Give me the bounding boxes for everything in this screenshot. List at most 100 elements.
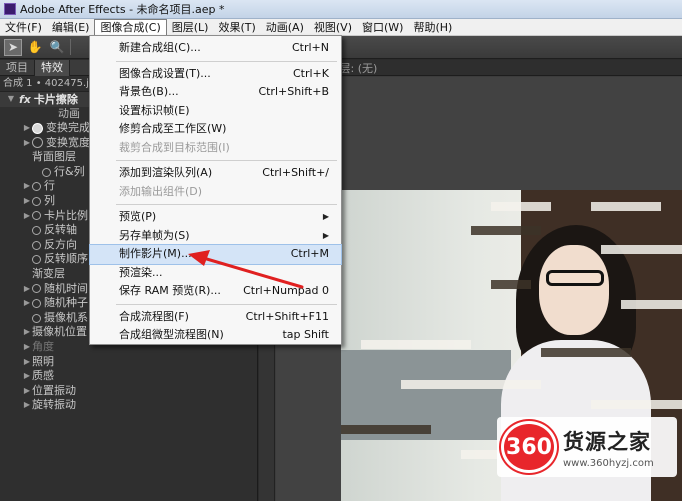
dropdown-menu-item[interactable]: 添加到渲染队列(A) Ctrl+Shift+/ [90,164,341,183]
stopwatch-icon[interactable] [32,182,41,192]
stopwatch-icon[interactable] [42,167,51,177]
tab-project[interactable]: 项目 [0,60,35,76]
stopwatch-icon[interactable] [32,137,43,149]
dropdown-menu-item[interactable]: 新建合成组(C)... Ctrl+N [90,39,341,58]
dropdown-item-label: 修剪合成至工作区(W) [119,122,227,135]
stopwatch-icon[interactable] [32,225,41,235]
expand-triangle-icon[interactable]: ▼ [6,92,16,107]
expand-triangle-icon[interactable]: ▶ [22,209,32,224]
card-wipe-strip [621,300,682,309]
effect-property-row[interactable]: ▶ 旋转振动 [0,398,257,413]
stopwatch-icon[interactable] [32,298,41,308]
menu-bar: 文件(F) 编辑(E) 图像合成(C) 图层(L) 效果(T) 动画(A) 视图(V) 窗口(… [0,18,682,36]
card-wipe-strip [361,340,471,349]
card-wipe-strip [591,202,661,211]
dropdown-item-label: 合成流程图(F) [119,309,189,323]
expand-triangle-icon[interactable]: ▶ [22,355,32,370]
menu-item[interactable]: 帮助(H) [408,19,457,36]
watermark-title: 货源之家 [563,429,651,454]
expand-triangle-icon[interactable]: ▶ [22,282,32,297]
stopwatch-icon[interactable] [32,313,41,323]
composition-menu-dropdown: 新建合成组(C)... Ctrl+N 图像合成设置(T)... Ctrl+K 背景色(B… [89,35,342,345]
effect-property-label: 反转轴 [44,223,77,237]
dropdown-item-label: 合成组微型流程图(N) [119,328,224,341]
title-bar: Adobe After Effects - 未命名项目.aep * [0,0,682,19]
expand-triangle-icon[interactable]: ▶ [22,398,32,413]
dropdown-item-label: 保存 RAM 预览(R)... [119,284,221,297]
dropdown-menu-item[interactable]: 设置标识帧(E) [90,102,341,121]
effect-property-label: 随机种子 [44,296,88,310]
keyboard-shortcut: Ctrl+K [292,66,329,80]
keyboard-shortcut: Ctrl+Shift+F11 [245,309,329,323]
dropdown-menu-item[interactable]: 制作影片(M)... Ctrl+M [89,244,342,265]
keyboard-shortcut: Ctrl+Shift+B [258,85,329,98]
dropdown-item-label: 添加到渲染队列(A) [119,166,213,179]
stopwatch-icon[interactable] [32,122,43,134]
stopwatch-icon[interactable] [32,240,41,250]
effect-property-label: 位置振动 [32,383,76,397]
menu-item[interactable]: 视图(V) [309,19,357,36]
dropdown-item-label: 裁剪合成到目标范围(I) [119,140,230,154]
dropdown-menu-item[interactable]: 合成流程图(F) Ctrl+Shift+F11 [90,308,341,327]
card-wipe-strip [341,425,431,434]
dropdown-menu-item[interactable]: 预渲染... [90,264,341,283]
expand-triangle-icon[interactable]: ▶ [22,121,32,136]
dropdown-menu-item[interactable]: 另存单帧为(S) ▶ [90,227,341,246]
dropdown-item-label: 添加输出组件(D) [119,184,203,198]
hand-tool-icon[interactable]: ✋ [26,39,44,56]
menu-item[interactable]: 窗口(W) [357,19,408,36]
dropdown-menu-item[interactable]: 背景色(B)... Ctrl+Shift+B [90,83,341,102]
menu-separator [116,303,337,305]
stopwatch-icon[interactable] [32,255,41,265]
selection-tool-icon[interactable]: ➤ [4,38,22,56]
dropdown-item-label: 背景色(B)... [119,85,179,98]
expand-triangle-icon[interactable]: ▶ [22,296,32,311]
stopwatch-icon[interactable] [32,196,41,206]
menu-item[interactable]: 文件(F) [0,19,47,36]
menu-item[interactable]: 动画(A) [261,19,309,36]
submenu-arrow-icon: ▶ [322,230,329,240]
effect-property-row[interactable]: ▶ 照明 [0,355,257,370]
menu-separator [116,60,337,62]
menu-item[interactable]: 图层(L) [167,19,214,36]
site-watermark: 360 货源之家 www.360hyzj.com [497,417,677,477]
expand-triangle-icon[interactable]: ▶ [22,179,32,194]
keyboard-shortcut: Ctrl+Numpad 0 [243,284,329,297]
effect-property-label: 变换宽度 [46,135,90,149]
after-effects-icon [4,3,16,15]
expand-triangle-icon[interactable]: ▶ [22,194,32,209]
expand-triangle-icon[interactable]: ▶ [22,384,32,399]
zoom-tool-icon[interactable]: 🔍 [48,39,66,56]
menu-item[interactable]: 效果(T) [213,19,260,36]
expand-triangle-icon[interactable]: ▶ [22,325,32,340]
keyboard-shortcut: Ctrl+N [291,41,329,54]
card-wipe-strip [491,280,531,289]
dropdown-menu-item[interactable]: 保存 RAM 预览(R)... Ctrl+Numpad 0 [90,282,341,301]
dropdown-menu-item[interactable]: 合成组微型流程图(N) tap Shift [90,326,341,345]
effect-property-label: 随机时间 [44,281,88,295]
effect-property-label: 角度 [32,339,54,353]
expand-triangle-icon[interactable]: ▶ [22,340,32,355]
stopwatch-icon[interactable] [32,284,41,294]
tab-effect-controls[interactable]: 特效 [35,60,70,76]
keyboard-shortcut: Ctrl+M [290,247,329,260]
keyboard-shortcut: Ctrl+Shift+/ [262,166,329,179]
effect-property-label: 反方向 [44,237,77,251]
effect-property-row[interactable]: ▶ 质感 [0,369,257,384]
expand-triangle-icon[interactable]: ▶ [22,369,32,384]
card-wipe-strip [591,400,682,409]
menu-item[interactable]: 图像合成(C) [94,18,167,36]
menu-item[interactable]: 编辑(E) [47,19,95,36]
card-wipe-strip [491,202,551,211]
stopwatch-icon[interactable] [32,211,41,221]
dropdown-menu-item[interactable]: 预览(P) ▶ [90,208,341,227]
card-wipe-strip [601,245,682,254]
dropdown-menu-item[interactable]: 修剪合成至工作区(W) [90,120,341,139]
fx-icon: fx [19,93,31,106]
dropdown-item-label: 预渲染... [119,265,163,279]
expand-triangle-icon[interactable]: ▶ [22,136,32,151]
watermark-url: www.360hyzj.com [563,457,654,469]
dropdown-item-label: 设置标识帧(E) [119,103,190,117]
dropdown-menu-item[interactable]: 图像合成设置(T)... Ctrl+K [90,65,341,84]
effect-property-row[interactable]: ▶ 位置振动 [0,384,257,399]
